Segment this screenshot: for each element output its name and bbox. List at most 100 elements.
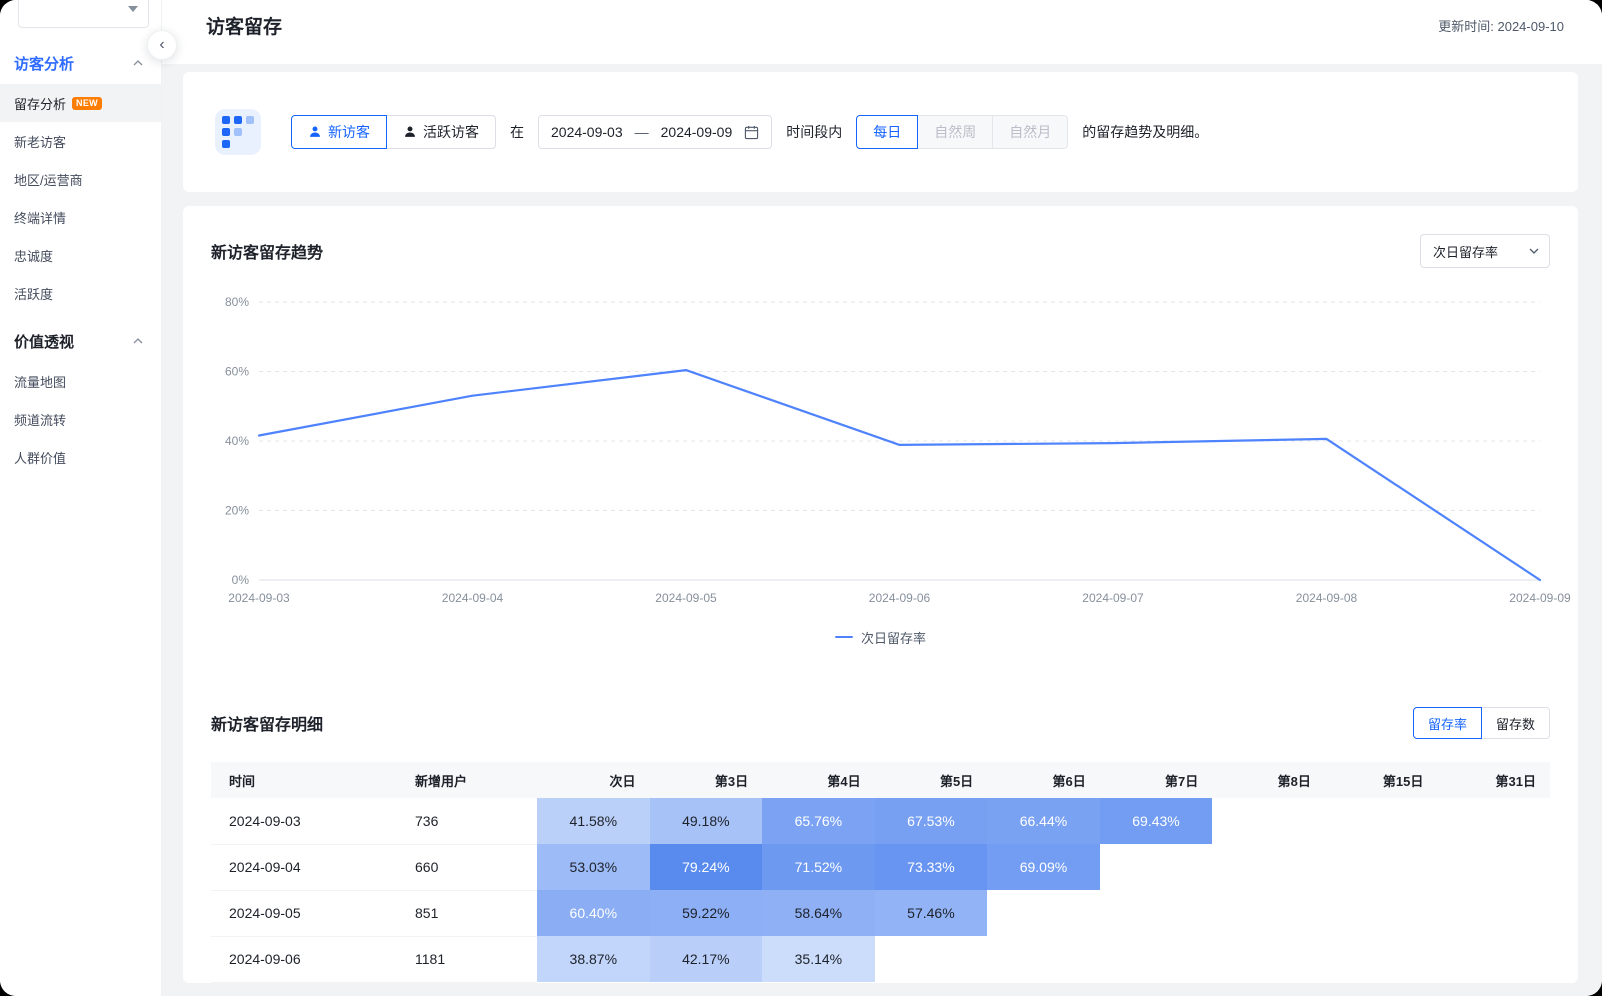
item-label: 留存分析 <box>14 96 67 112</box>
column-header: 第3日 <box>649 762 763 798</box>
retention-cell: 57.46% <box>874 890 988 936</box>
svg-text:80%: 80% <box>225 295 249 309</box>
retention-cell: 41.58% <box>537 798 650 844</box>
sidebar-item-loyalty[interactable]: 忠诚度 <box>0 236 161 274</box>
item-label: 新老访客 <box>14 134 67 150</box>
retention-cell <box>1437 844 1550 890</box>
mode-count-button[interactable]: 留存数 <box>1480 707 1550 739</box>
sidebar-item-region-carrier[interactable]: 地区/运营商 <box>0 160 161 198</box>
button-label: 新访客 <box>328 124 370 140</box>
retention-cell <box>1212 890 1325 936</box>
item-label: 流量地图 <box>14 374 67 390</box>
granularity-month-button[interactable]: 自然月 <box>992 115 1069 149</box>
column-header: 第6日 <box>987 762 1100 798</box>
date-range-picker[interactable]: 2024-09-03 — 2024-09-09 <box>538 115 773 149</box>
chart-legend[interactable]: 次日留存率 <box>211 626 1550 648</box>
item-label: 忠诚度 <box>14 248 54 264</box>
column-header: 新增用户 <box>397 762 537 798</box>
item-label: 地区/运营商 <box>14 172 83 188</box>
visitor-type-active-button[interactable]: 活跃访客 <box>386 115 496 149</box>
trend-title: 新访客留存趋势 <box>211 245 324 262</box>
granularity-daily-button[interactable]: 每日 <box>856 115 919 149</box>
trend-header: 新访客留存趋势 次日留存率 <box>211 234 1550 268</box>
svg-text:20%: 20% <box>225 504 249 518</box>
svg-text:2024-09-08: 2024-09-08 <box>1296 591 1358 605</box>
retention-cell: 66.44% <box>987 798 1100 844</box>
metric-select-value: 次日留存率 <box>1433 244 1499 260</box>
retention-cell <box>1437 798 1550 844</box>
page-title: 访客留存 <box>206 16 283 38</box>
retention-cell: 71.52% <box>762 844 875 890</box>
item-label: 活跃度 <box>14 286 54 302</box>
granularity-toggle: 每日 自然周 自然月 <box>856 115 1069 149</box>
table-row: 2024-09-06 1181 38.87% 42.17% 35.14% <box>211 936 1550 983</box>
svg-text:2024-09-07: 2024-09-07 <box>1082 591 1144 605</box>
retention-cell <box>1325 844 1438 890</box>
retention-cell <box>1325 936 1438 982</box>
calendar-icon <box>745 125 759 139</box>
retention-cell <box>1100 890 1213 936</box>
retention-cell <box>1437 890 1550 936</box>
sidebar-collapse-button[interactable]: ‹ <box>147 30 177 60</box>
update-time: 更新时间: 2024-09-10 <box>1438 18 1564 34</box>
chevron-up-icon <box>133 338 143 344</box>
item-label: 终端详情 <box>14 210 67 226</box>
sidebar-item-crowd-value[interactable]: 人群价值 <box>0 438 161 476</box>
date-end: 2024-09-09 <box>660 124 733 140</box>
page-header: 访客留存 更新时间: 2024-09-10 <box>162 0 1602 64</box>
column-header: 时间 <box>211 762 397 798</box>
column-header: 第31日 <box>1437 762 1550 798</box>
retention-cell <box>1212 798 1325 844</box>
workspace-selector[interactable] <box>18 0 149 28</box>
granularity-week-button[interactable]: 自然周 <box>917 115 994 149</box>
retention-cell: 49.18% <box>649 798 763 844</box>
description-suffix: 的留存趋势及明细。 <box>1082 124 1209 140</box>
mode-rate-button[interactable]: 留存率 <box>1412 707 1482 739</box>
item-label: 人群价值 <box>14 450 67 466</box>
sidebar-item-terminal-details[interactable]: 终端详情 <box>0 198 161 236</box>
svg-text:2024-09-06: 2024-09-06 <box>869 591 931 605</box>
retention-cell: 60.40% <box>537 890 650 936</box>
sidebar-item-channel-flow[interactable]: 频道流转 <box>0 400 161 438</box>
retention-cell: 73.33% <box>874 844 988 890</box>
mode-toggle: 留存率 留存数 <box>1412 707 1550 739</box>
sidebar-item-retention-analysis[interactable]: 留存分析 NEW <box>0 84 161 122</box>
svg-text:60%: 60% <box>225 365 249 379</box>
retention-cell <box>1325 798 1438 844</box>
retention-cell: 58.64% <box>762 890 875 936</box>
row-date: 2024-09-04 <box>211 844 397 891</box>
row-new-users: 1181 <box>397 936 537 983</box>
sidebar-section-value-perspective[interactable]: 价值透视 <box>0 320 161 362</box>
app-window: 访客分析 留存分析 NEW 新老访客 地区/运营商 终端详情 忠诚度 活跃度 价… <box>0 0 1602 996</box>
retention-cell <box>875 936 988 982</box>
item-label: 频道流转 <box>14 412 67 428</box>
visitor-type-new-button[interactable]: 新访客 <box>291 115 387 149</box>
retention-cell: 59.22% <box>649 890 763 936</box>
retention-feature-icon <box>215 109 261 155</box>
sidebar: 访客分析 留存分析 NEW 新老访客 地区/运营商 终端详情 忠诚度 活跃度 价… <box>0 0 162 996</box>
sidebar-item-activity[interactable]: 活跃度 <box>0 274 161 312</box>
section-label: 价值透视 <box>14 333 75 351</box>
content-area: 新访客 活跃访客 在 2024-09-03 — 2024-09-09 时间段内 <box>162 64 1602 996</box>
sidebar-item-traffic-map[interactable]: 流量地图 <box>0 362 161 400</box>
column-header: 第4日 <box>762 762 875 798</box>
retention-cell: 79.24% <box>649 844 763 890</box>
retention-cell: 69.09% <box>987 844 1100 890</box>
chevron-down-icon <box>1529 248 1539 254</box>
sidebar-item-new-old-visitors[interactable]: 新老访客 <box>0 122 161 160</box>
retention-cell: 38.87% <box>537 936 650 982</box>
visitor-type-toggle: 新访客 活跃访客 <box>291 115 496 149</box>
retention-cell: 35.14% <box>762 936 875 982</box>
legend-label: 次日留存率 <box>860 630 926 646</box>
metric-select[interactable]: 次日留存率 <box>1420 234 1550 268</box>
sidebar-section-visitor-analysis[interactable]: 访客分析 <box>0 42 161 84</box>
trend-chart: 0% 20% 40% 60% 80% 2024-09-03 2024-09-04 2024-0… <box>211 282 1571 614</box>
column-header: 第8日 <box>1212 762 1325 798</box>
row-new-users: 660 <box>397 844 537 891</box>
column-header: 次日 <box>537 762 650 798</box>
person-icon <box>310 126 320 137</box>
section-label: 访客分析 <box>14 55 75 73</box>
retention-table: 时间 新增用户 次日 第3日 第4日 第5日 第6日 第7日 第8日 第15日 … <box>211 762 1550 983</box>
person-icon <box>405 126 415 137</box>
table-header-row: 时间 新增用户 次日 第3日 第4日 第5日 第6日 第7日 第8日 第15日 … <box>211 762 1550 798</box>
